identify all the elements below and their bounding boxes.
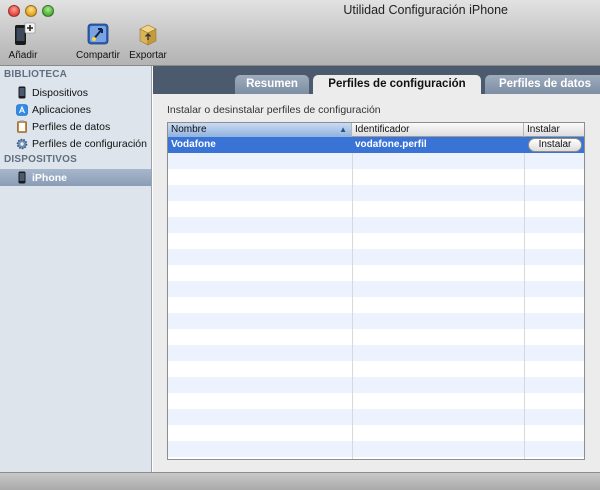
profiles-table: Nombre ▲ Identificador Instalar Vodafone… xyxy=(167,122,585,460)
app-window: Utilidad Configuración iPhone Añadir Com… xyxy=(0,0,600,490)
sidebar-item-label: Perfiles de datos xyxy=(32,120,111,133)
tab-bar: Resumen Perfiles de configuración Perfil… xyxy=(153,66,600,94)
iphone-icon xyxy=(16,171,28,184)
iphone-icon xyxy=(16,86,28,99)
export-button[interactable]: Exportar xyxy=(126,20,170,61)
section-instruction: Instalar o desinstalar perfiles de confi… xyxy=(167,104,381,116)
sidebar: BIBLIOTECA Dispositivos Aplicaciones Per… xyxy=(0,66,152,472)
column-header-nombre[interactable]: Nombre ▲ xyxy=(168,123,352,137)
add-button[interactable]: Añadir xyxy=(4,20,42,61)
sort-ascending-icon: ▲ xyxy=(339,125,347,134)
sidebar-item-label: Dispositivos xyxy=(32,86,89,99)
library-header: BIBLIOTECA xyxy=(4,69,68,80)
share-button-label: Compartir xyxy=(76,50,120,61)
sidebar-item-aplicaciones[interactable]: Aplicaciones xyxy=(0,101,151,118)
window-title: Utilidad Configuración iPhone xyxy=(343,3,508,17)
sidebar-item-perfiles-de-configuracion[interactable]: Perfiles de configuración xyxy=(0,135,151,152)
tab-resumen[interactable]: Resumen xyxy=(235,75,309,94)
add-button-label: Añadir xyxy=(8,50,38,61)
column-header-label: Nombre xyxy=(171,124,207,135)
table-header: Nombre ▲ Identificador Instalar xyxy=(168,123,584,137)
sidebar-item-label: Aplicaciones xyxy=(32,103,91,116)
column-header-instalar[interactable]: Instalar xyxy=(524,123,584,137)
main-panel: Resumen Perfiles de configuración Perfil… xyxy=(153,66,600,472)
sidebar-item-perfiles-de-datos[interactable]: Perfiles de datos xyxy=(0,118,151,135)
sidebar-item-label: Perfiles de configuración xyxy=(32,137,147,150)
install-button[interactable]: Instalar xyxy=(528,138,582,152)
export-button-label: Exportar xyxy=(129,50,167,61)
cell-nombre: Vodafone xyxy=(171,139,216,150)
cell-identificador: vodafone.perfil xyxy=(355,139,427,150)
export-box-icon xyxy=(139,24,157,46)
app-store-icon xyxy=(16,103,28,116)
tab-perfiles-de-datos[interactable]: Perfiles de datos xyxy=(485,75,600,94)
tab-perfiles-de-configuracion[interactable]: Perfiles de configuración xyxy=(313,75,481,94)
title-bar: Utilidad Configuración iPhone Añadir Com… xyxy=(0,0,600,66)
column-header-identificador[interactable]: Identificador xyxy=(352,123,524,137)
table-row[interactable]: Vodafone vodafone.perfil Instalar xyxy=(168,137,584,153)
table-body: Vodafone vodafone.perfil Instalar xyxy=(168,137,584,459)
share-button[interactable]: Compartir xyxy=(72,20,124,61)
gear-icon xyxy=(16,137,28,150)
add-device-icon xyxy=(15,22,36,45)
clipboard-icon xyxy=(16,120,28,133)
bottom-bar xyxy=(0,472,600,490)
devices-header: DISPOSITIVOS xyxy=(4,154,77,165)
sidebar-item-label: iPhone xyxy=(32,171,68,184)
share-icon xyxy=(87,23,109,45)
sidebar-item-dispositivos[interactable]: Dispositivos xyxy=(0,84,151,101)
sidebar-item-iphone[interactable]: iPhone xyxy=(0,169,151,186)
